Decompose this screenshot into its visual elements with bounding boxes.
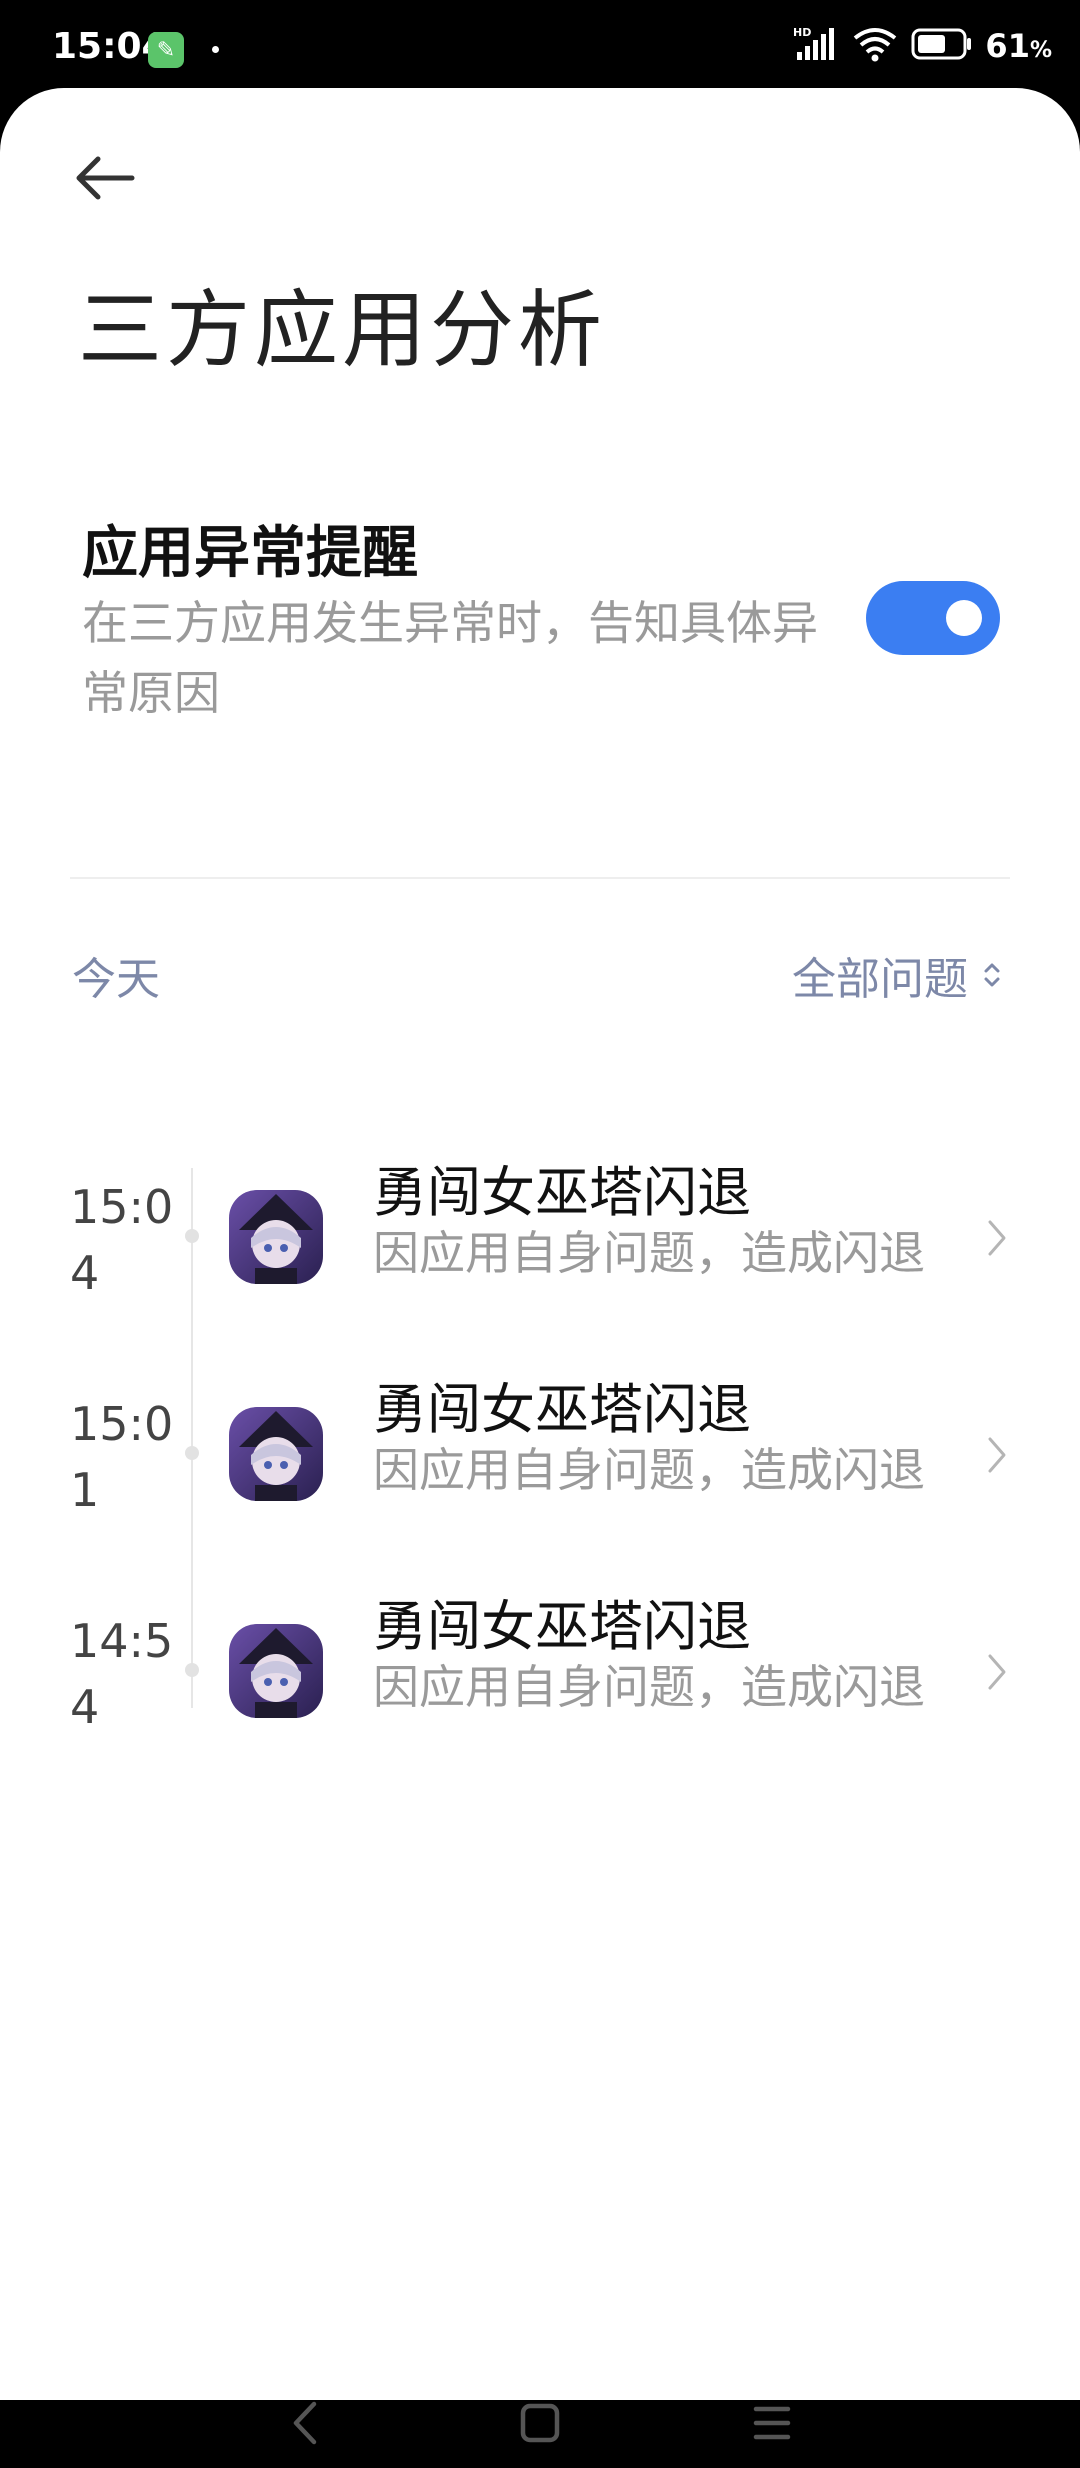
- filter-label: 全部问题: [792, 954, 968, 1005]
- app-icon: [229, 1624, 323, 1718]
- record-app-name: 勇闯女巫塔闪退: [373, 1595, 751, 1658]
- nav-home-button[interactable]: [518, 2398, 562, 2448]
- status-indicators: HD 61%: [793, 24, 1052, 68]
- abnormal-alert-toggle[interactable]: [866, 581, 1000, 655]
- setting-title: 应用异常提醒: [82, 521, 418, 586]
- section-date-label: 今天: [72, 954, 160, 1005]
- status-bar: 15:04 ✎ HD 61%: [0, 0, 1080, 92]
- network-label: HD: [793, 26, 811, 39]
- record-reason: 因应用自身问题，造成闪退: [373, 1660, 925, 1714]
- nav-back-button[interactable]: [286, 2398, 326, 2448]
- battery-percent: 61%: [985, 27, 1052, 65]
- chevron-right-icon: [988, 1654, 1006, 1690]
- issue-filter-dropdown[interactable]: 全部问题: [792, 943, 1002, 1007]
- page-title: 三方应用分析: [78, 281, 607, 379]
- timeline-dot: [185, 1663, 199, 1677]
- record-reason: 因应用自身问题，造成闪退: [373, 1443, 925, 1497]
- wifi-icon: [851, 24, 899, 68]
- timeline-dot: [185, 1446, 199, 1460]
- app-icon: [229, 1190, 323, 1284]
- notification-app-icon: ✎: [148, 32, 184, 68]
- signal-icon: HD: [793, 24, 839, 68]
- record-reason: 因应用自身问题，造成闪退: [373, 1226, 925, 1280]
- record-app-name: 勇闯女巫塔闪退: [373, 1378, 751, 1441]
- toggle-knob: [946, 600, 982, 636]
- record-time: 14:54: [70, 1614, 174, 1734]
- nav-menu-button[interactable]: [750, 2398, 794, 2448]
- app-icon: [229, 1407, 323, 1501]
- main-content: 三方应用分析 应用异常提醒 在三方应用发生异常时，告知具体异常原因 今天 全部问…: [0, 88, 1080, 2445]
- notification-dot: [212, 46, 219, 53]
- setting-description: 在三方应用发生异常时，告知具体异常原因: [82, 596, 818, 720]
- divider: [70, 877, 1010, 879]
- navigation-bar: [0, 2378, 1080, 2468]
- crash-record[interactable]: 15:01 勇闯女巫塔闪退 因应用自身问题，造成闪退: [0, 1357, 1080, 1574]
- record-time: 15:01: [70, 1397, 174, 1517]
- crash-record[interactable]: 14:54 勇闯女巫塔闪退 因应用自身问题，造成闪退: [0, 1574, 1080, 1791]
- arrow-left-icon: [76, 156, 135, 200]
- record-app-name: 勇闯女巫塔闪退: [373, 1161, 751, 1224]
- timeline-dot: [185, 1229, 199, 1243]
- record-time: 15:04: [70, 1180, 174, 1300]
- crash-record[interactable]: 15:04 勇闯女巫塔闪退 因应用自身问题，造成闪退: [0, 1140, 1080, 1357]
- battery-icon: [911, 26, 973, 66]
- sort-chevron-icon: [984, 963, 1000, 987]
- chevron-right-icon: [988, 1437, 1006, 1473]
- back-button[interactable]: [70, 143, 140, 213]
- chevron-right-icon: [988, 1220, 1006, 1256]
